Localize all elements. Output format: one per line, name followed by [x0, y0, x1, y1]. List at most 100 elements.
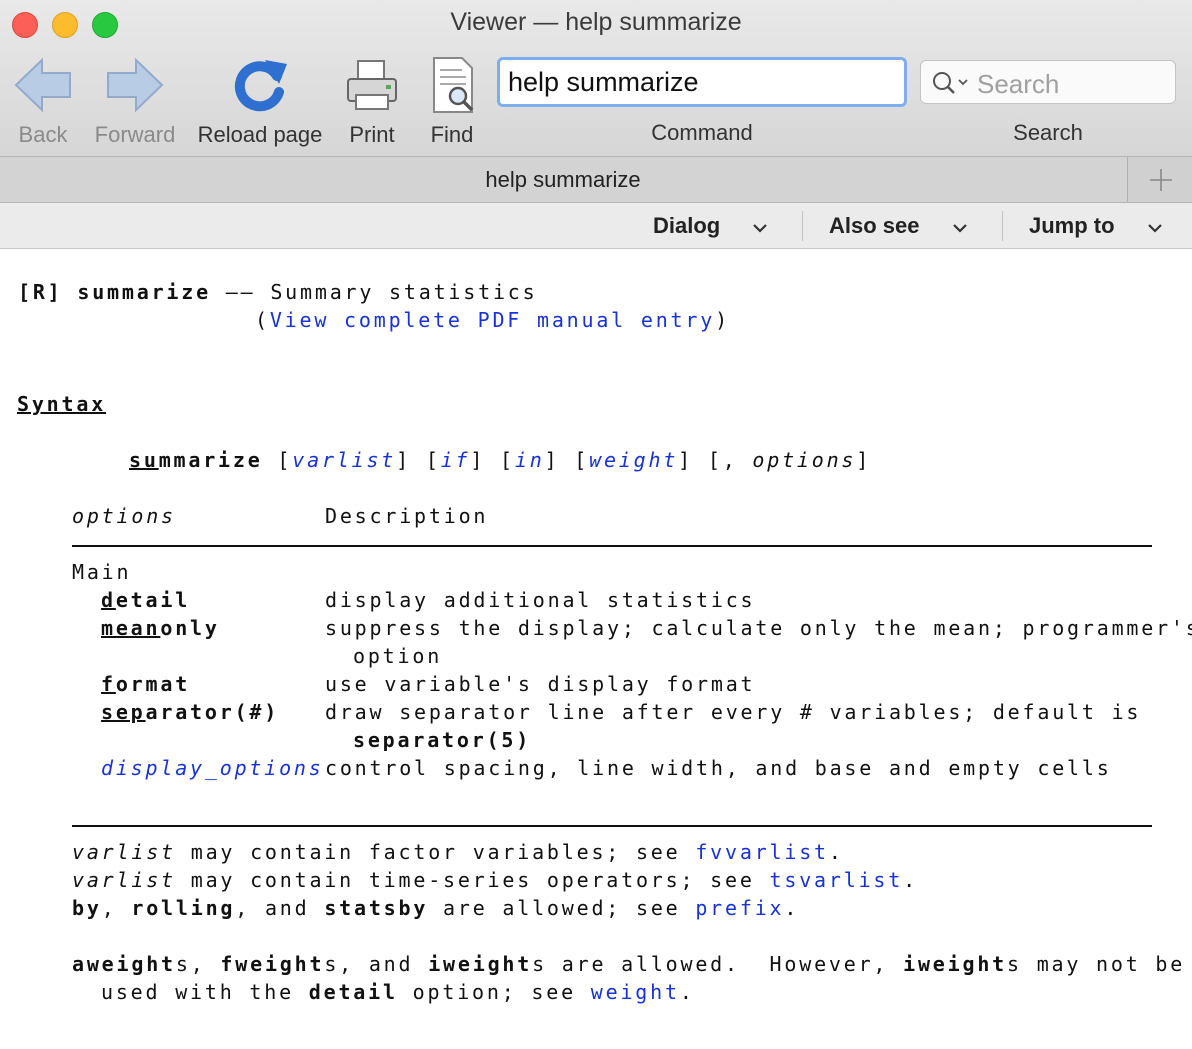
- option-description-cont: option: [353, 644, 443, 668]
- help-content: [R] summarize —— Summary statistics (Vie…: [0, 249, 1192, 1049]
- option-rest: ormat: [115, 672, 191, 696]
- print-button[interactable]: Print: [340, 50, 404, 148]
- pdf-link-line: (View complete PDF manual entry): [255, 306, 730, 334]
- command-description: Summary statistics: [270, 280, 538, 304]
- also-see-label: Also see: [829, 212, 920, 238]
- rolling-word: rolling: [131, 896, 236, 920]
- divider: [802, 211, 803, 241]
- print-label: Print: [349, 122, 395, 147]
- varlist-link[interactable]: varlist: [292, 448, 396, 472]
- search-icon: [931, 70, 971, 101]
- option-description-cont: separator(5): [353, 728, 532, 752]
- bracket: ] [: [544, 448, 590, 472]
- command-input[interactable]: [500, 60, 904, 104]
- title-dash: ——: [225, 280, 256, 304]
- note-text: used with the: [101, 980, 309, 1004]
- reload-icon: [194, 50, 326, 120]
- varlist-word: varlist: [72, 840, 176, 864]
- window-toolbar: Viewer — help summarize Back Forward Rel…: [0, 0, 1192, 157]
- chevron-down-icon: [1147, 213, 1163, 239]
- in-link[interactable]: in: [515, 448, 545, 472]
- weight-help-link[interactable]: weight: [591, 980, 680, 1004]
- tab-help-summarize[interactable]: help summarize: [0, 167, 1126, 193]
- fweight-word: fweight: [220, 952, 325, 976]
- chevron-down-icon: [752, 213, 768, 239]
- printer-icon: [340, 50, 404, 120]
- note-text: s,: [175, 952, 221, 976]
- note-fvvarlist: varlist may contain factor variables; se…: [72, 838, 844, 866]
- tsvarlist-link[interactable]: tsvarlist: [770, 868, 904, 892]
- manual-tag: [R]: [18, 280, 63, 304]
- period: .: [679, 980, 695, 1004]
- options-word: options: [752, 448, 857, 472]
- cmd-rest: mmarize: [158, 448, 263, 472]
- search-field[interactable]: Search: [920, 60, 1176, 104]
- forward-button[interactable]: Forward: [90, 50, 180, 148]
- if-link[interactable]: if: [441, 448, 471, 472]
- option-description: control spacing, line width, and base an…: [325, 756, 1112, 780]
- option-description: display additional statistics: [325, 588, 756, 612]
- option-abbrev: mean: [101, 616, 161, 640]
- note-text: s may not be: [1007, 952, 1186, 976]
- option-abbrev: f: [101, 672, 116, 696]
- group-main: Main: [72, 560, 132, 584]
- syntax-heading: Syntax: [17, 392, 107, 416]
- option-rest: only: [160, 616, 220, 640]
- back-button[interactable]: Back: [10, 50, 76, 148]
- note-text: may contain time-series operators; see: [175, 868, 770, 892]
- note-text: , and: [235, 896, 325, 920]
- plus-icon: [1149, 168, 1172, 191]
- note-weights-cont: used with the detail option; see weight.: [101, 978, 695, 1006]
- varlist-word: varlist: [72, 868, 176, 892]
- weight-link[interactable]: weight: [589, 448, 678, 472]
- detail-word: detail: [308, 980, 398, 1004]
- bracket: ] [: [470, 448, 515, 472]
- find-document-icon: [420, 50, 484, 120]
- search-label: Search: [1013, 120, 1083, 145]
- reload-page-button[interactable]: Reload page: [194, 50, 326, 148]
- also-see-menu[interactable]: Also see: [829, 203, 968, 248]
- option-description: use variable's display format: [325, 672, 756, 696]
- reload-label: Reload page: [197, 122, 323, 147]
- back-arrow-icon: [10, 50, 76, 120]
- option-abbrev: sep: [101, 700, 146, 724]
- option-detail[interactable]: detail: [101, 586, 190, 614]
- note-weights: aweights, fweights, and iweights are all…: [72, 950, 1185, 978]
- cmd-abbrev: su: [129, 448, 159, 472]
- search-placeholder: Search: [977, 69, 1060, 99]
- syntax-line: summarize [varlist] [if] [in] [weight] […: [129, 446, 871, 474]
- pdf-manual-link[interactable]: View complete PDF manual entry: [270, 308, 715, 332]
- period: .: [828, 840, 844, 864]
- aweight-word: aweight: [72, 952, 176, 976]
- option-meanonly[interactable]: meanonly: [101, 614, 220, 642]
- option-separator[interactable]: separator(#): [101, 698, 279, 726]
- jump-to-menu[interactable]: Jump to: [1029, 203, 1163, 248]
- find-button[interactable]: Find: [420, 50, 484, 148]
- action-bar: Dialog Also see Jump to: [0, 203, 1192, 249]
- bracket: ]: [856, 448, 872, 472]
- fvvarlist-link[interactable]: fvvarlist: [695, 840, 829, 864]
- table-rule-bottom: [72, 825, 1152, 827]
- iweight-word: iweight: [903, 952, 1008, 976]
- note-tsvarlist: varlist may contain time-series operator…: [72, 866, 918, 894]
- back-label: Back: [18, 122, 68, 147]
- command-field[interactable]: [497, 57, 907, 107]
- new-tab-button[interactable]: [1127, 157, 1192, 202]
- paren-open: (: [255, 308, 270, 332]
- jump-to-label: Jump to: [1029, 212, 1115, 238]
- period: .: [784, 896, 800, 920]
- command-name: summarize: [77, 280, 211, 304]
- display-options-link[interactable]: display_options: [101, 754, 324, 782]
- help-header: [R] summarize —— Summary statistics: [18, 278, 537, 306]
- find-label: Find: [430, 122, 474, 147]
- option-description: suppress the display; calculate only the…: [325, 616, 1192, 640]
- bracket: [: [277, 448, 293, 472]
- option-format[interactable]: format: [101, 670, 190, 698]
- option-abbrev: d: [101, 588, 116, 612]
- note-text: may contain factor variables; see: [175, 840, 696, 864]
- dialog-menu[interactable]: Dialog: [653, 203, 768, 248]
- bracket: ] [: [396, 448, 441, 472]
- note-text: s are allowed. However,: [532, 952, 904, 976]
- prefix-link[interactable]: prefix: [695, 896, 784, 920]
- note-prefix: by, rolling, and statsby are allowed; se…: [72, 894, 799, 922]
